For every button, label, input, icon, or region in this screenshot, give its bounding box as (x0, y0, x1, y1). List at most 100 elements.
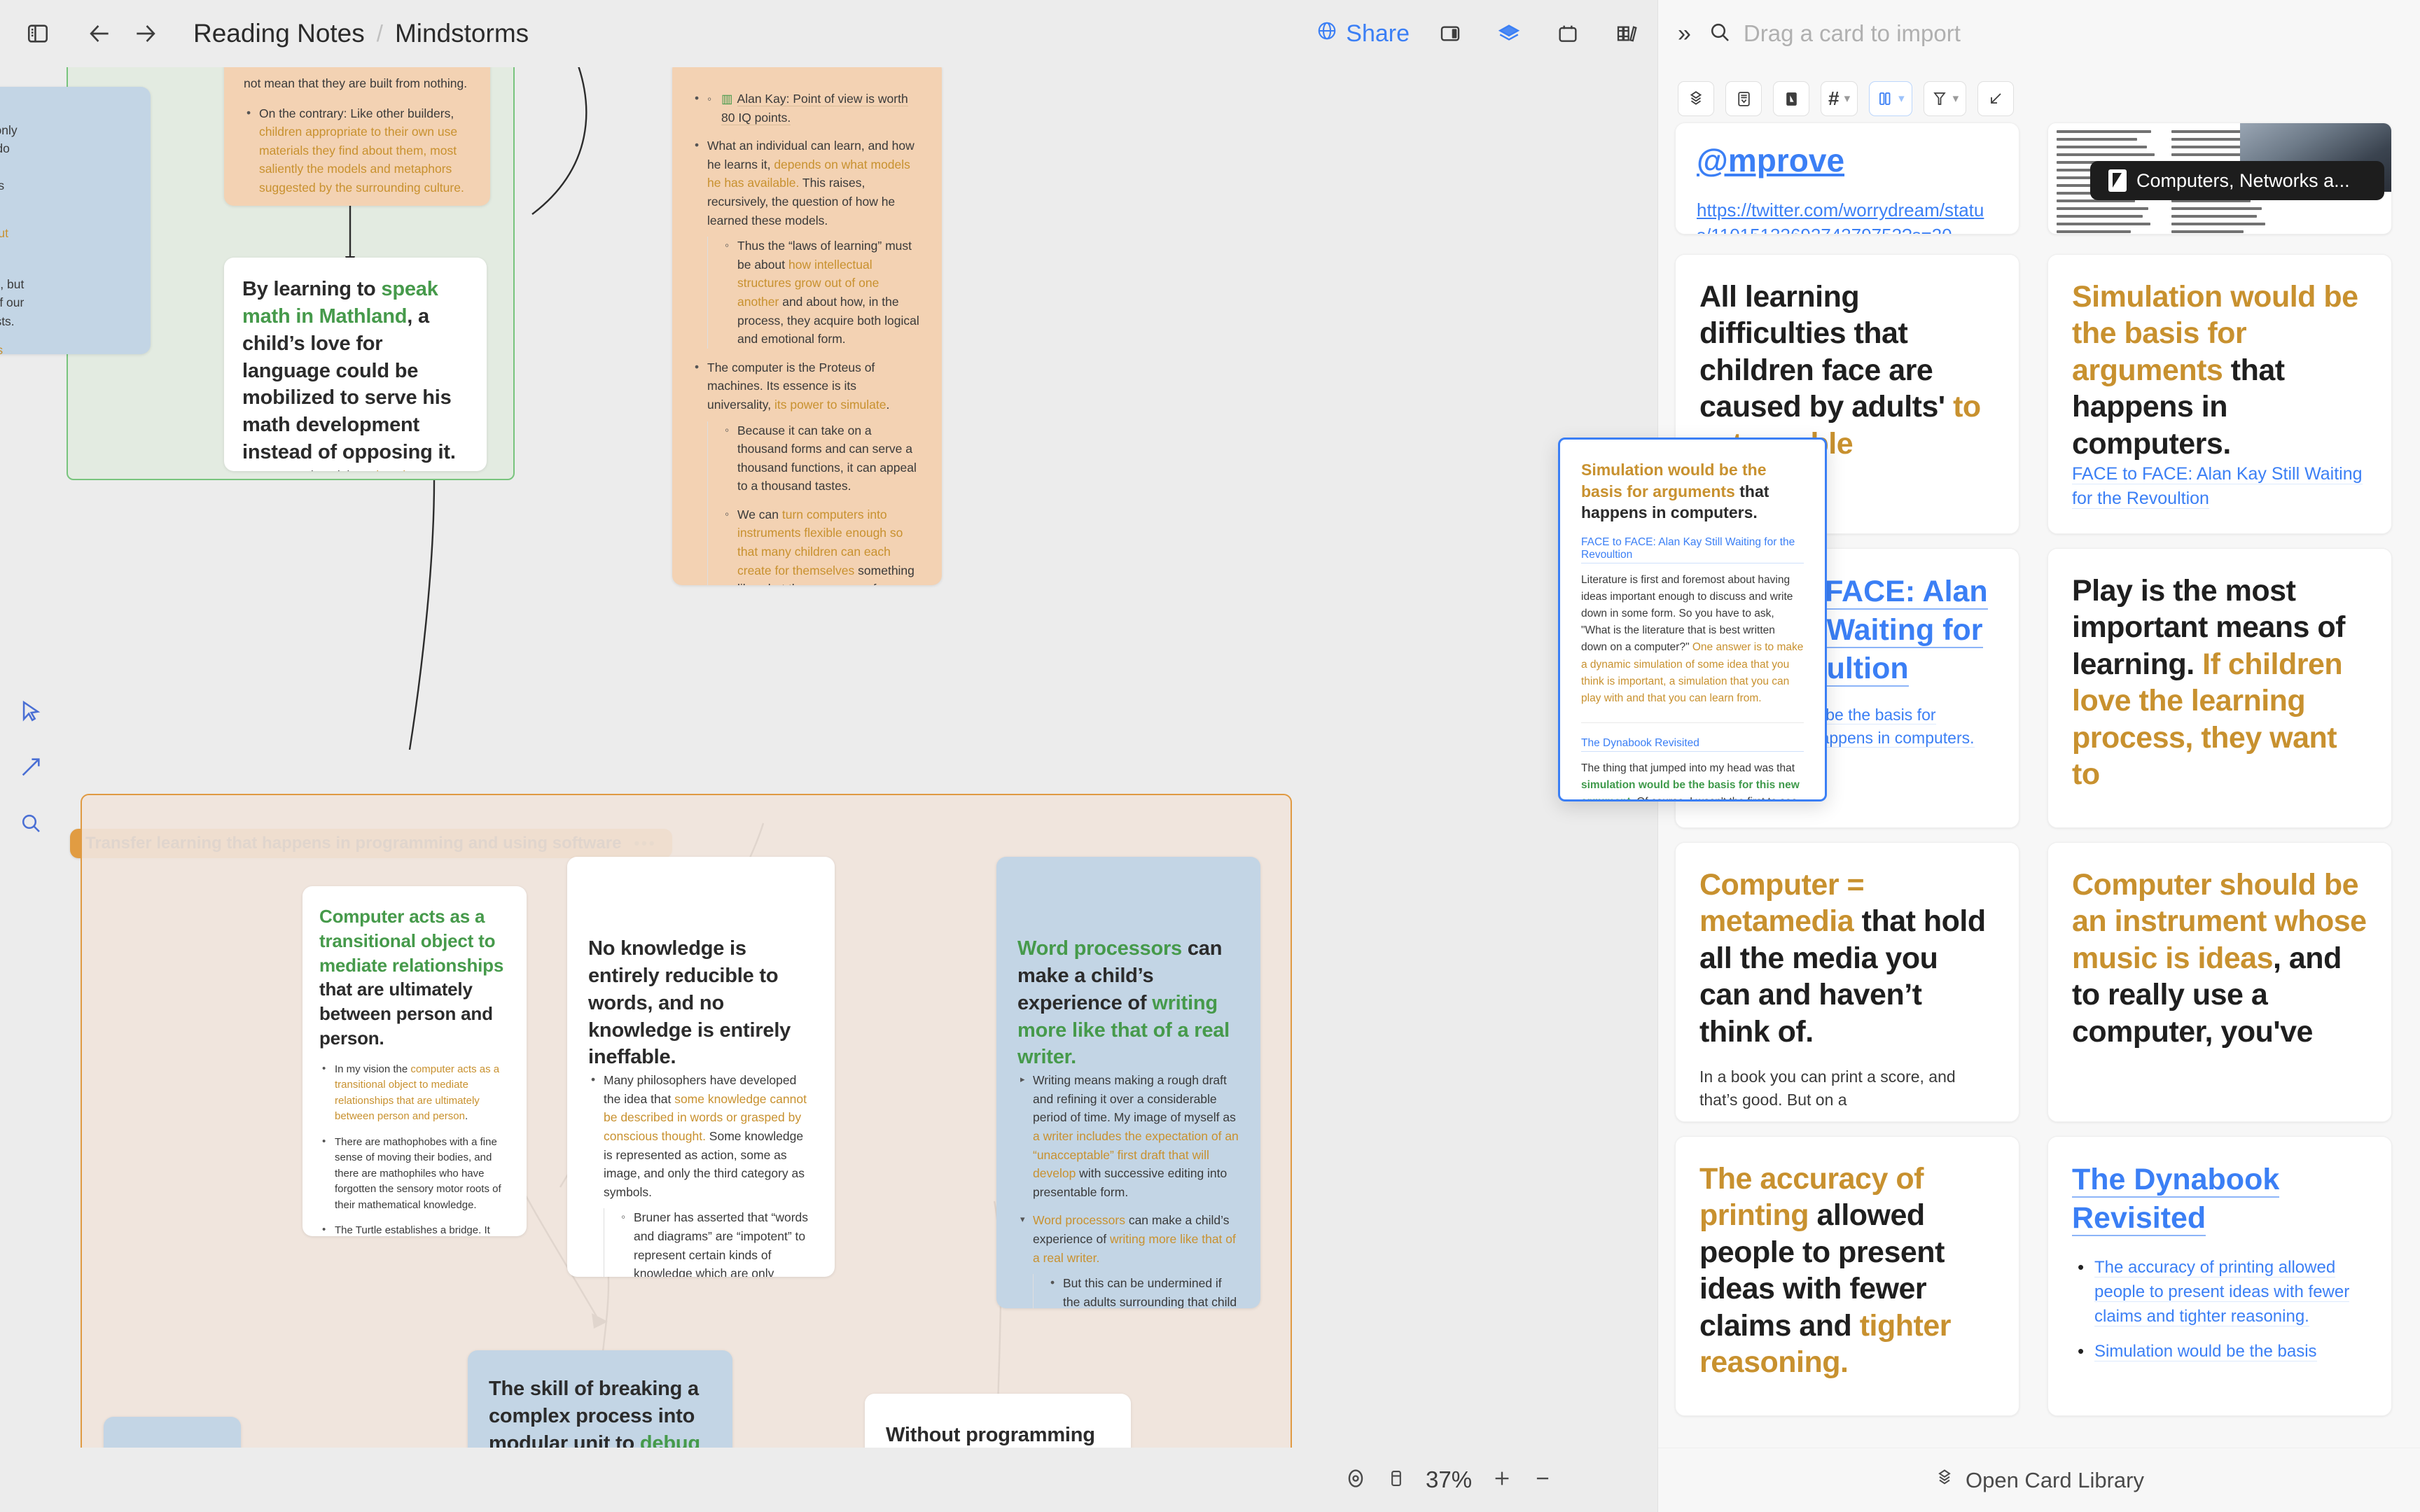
arrow-right-icon[interactable] (127, 15, 164, 52)
popup-source-link-1[interactable]: FACE to FACE: Alan Kay Still Waiting for… (1581, 536, 1804, 564)
zoom-controls: 37% (1344, 1466, 1553, 1493)
card-library-header: » Drag a card to import (1658, 0, 2420, 67)
popup-content: Simulation would be the basis for argume… (1560, 440, 1825, 799)
list-item: Thus the “laws of learning” must be abou… (722, 236, 922, 349)
bullet-plain: Because it can take on a thousand forms … (737, 423, 917, 493)
card-word-processors[interactable]: Word processors can make a child’s exper… (996, 857, 1260, 1308)
list-item-simulation-basis[interactable]: Simulation would be the basis for argume… (2047, 254, 2392, 534)
list-item[interactable]: Simulation would be the basis (2072, 1338, 2367, 1365)
chevron-down-icon: ▾ (1952, 92, 1959, 105)
list-item-accuracy-of-printing[interactable]: The accuracy of printing allowed people … (1675, 1136, 2019, 1416)
blue-card-line-3: fact, he or she can start to (0, 158, 132, 177)
title-post: that are ultimately between person and p… (319, 979, 493, 1049)
layers-icon[interactable] (1491, 15, 1527, 52)
card-title-link[interactable]: The Dynabook Revisited (2072, 1161, 2367, 1238)
breadcrumb-current[interactable]: Mindstorms (395, 19, 529, 48)
card-transitional-object[interactable]: Computer acts as a transitional object t… (302, 886, 527, 1236)
title-gold: Computer = metamedia (1699, 868, 1865, 939)
share-label: Share (1346, 20, 1410, 47)
list-item-computer-metamedia[interactable]: Computer = metamedia that hold all the m… (1675, 842, 2019, 1122)
list-item[interactable]: The accuracy of printing allowed people … (2072, 1254, 2367, 1329)
pdf-title-chip[interactable]: Computers, Networks a... (2090, 161, 2384, 200)
card-bullets: I am convinced that what shows up as int… (242, 466, 468, 471)
card-mathland[interactable]: By learning to speak math in Mathland, a… (224, 258, 487, 471)
card-preview-popup[interactable]: Simulation would be the basis for argume… (1558, 438, 1827, 802)
collapse-down-left-button[interactable] (1977, 81, 2015, 116)
bullet-plain: In my vision the (335, 1063, 411, 1075)
list-item: Word processors can make a child’s exper… (1017, 1211, 1239, 1308)
top-toolbar-right: Share (1316, 0, 1645, 67)
arrow-left-icon[interactable] (81, 15, 118, 52)
columns-layout-button[interactable]: ▾ (1869, 81, 1912, 116)
arrow-connector-icon[interactable] (8, 739, 53, 795)
search-icon (1709, 21, 1731, 47)
list-item: Writing means making a rough draft and r… (1017, 1071, 1239, 1201)
blue-card-line-4: of the conceptual problems (0, 178, 5, 193)
twitter-handle-link[interactable]: @mprove (1697, 142, 1844, 178)
card-title: Without programming experience, learning… (886, 1422, 1110, 1448)
breadcrumb-separator: / (376, 20, 383, 46)
canvas-tool-rail (8, 683, 53, 851)
filter-button[interactable]: ▾ (1923, 81, 1967, 116)
card-skill-of-breaking[interactable]: The skill of breaking a complex process … (468, 1350, 732, 1448)
list-item: I am convinced that what shows up as int… (242, 466, 468, 471)
card-title: Word processors can make a child’s exper… (1017, 935, 1239, 1071)
zoom-out-icon[interactable] (1532, 1468, 1553, 1492)
pdf-icon (2108, 169, 2127, 192)
popup-divider (1581, 722, 1804, 724)
layers-stack-icon-button[interactable] (1678, 81, 1714, 116)
list-item-play-is-most-important[interactable]: Play is the most important means of lear… (2047, 548, 2392, 828)
sub-list: Because it can take on a thousand forms … (707, 420, 922, 585)
list-item-twitter-link[interactable]: @mprove https://twitter.com/worrydream/s… (1675, 122, 2019, 234)
title-gold: Simulation would be the basis for argume… (2072, 280, 2358, 387)
bullet-plain: On the contrary: Like other builders, (259, 106, 454, 120)
hash-filter-button[interactable]: # ▾ (1821, 81, 1858, 116)
card-blue-turtles[interactable]: , incompletely specified, e (such as “th… (0, 87, 151, 354)
zoom-level-value[interactable]: 37% (1426, 1466, 1472, 1493)
card-library-search[interactable]: Drag a card to import (1709, 20, 1961, 47)
card-bullets: Writing means making a rough draft and r… (1017, 1071, 1239, 1308)
bullet-plain: There are mathophobes with a fine sense … (335, 1135, 501, 1211)
card-source-link[interactable]: FACE to FACE: Alan Kay Still Waiting for… (2072, 464, 2363, 509)
calendar-icon[interactable] (1550, 15, 1586, 52)
zoom-in-icon[interactable] (1491, 1468, 1512, 1492)
cursor-select-icon[interactable] (8, 683, 53, 739)
title-black: All learning difficulties that children … (1699, 280, 1954, 424)
chevron-down-icon: ▾ (1898, 92, 1905, 105)
list-item-computer-instrument[interactable]: Computer should be an instrument whose m… (2047, 842, 2392, 1122)
list-item: There are mathophobes with a fine sense … (319, 1134, 510, 1214)
card-without-programming[interactable]: Without programming experience, learning… (865, 1394, 1131, 1448)
list-item-pdf-preview[interactable]: Computers, Networks a... (2047, 122, 2392, 234)
breadcrumb-parent[interactable]: Reading Notes (193, 19, 365, 48)
breadcrumb: Reading Notes / Mindstorms (193, 19, 529, 48)
note-import-icon-button[interactable] (1725, 81, 1762, 116)
share-button[interactable]: Share (1316, 20, 1410, 48)
card-orange-builders[interactable]: not mean that they are built from nothin… (224, 67, 490, 206)
card-title: All learning difficulties that children … (1699, 279, 1995, 462)
popup-source-link-2[interactable]: The Dynabook Revisited (1581, 737, 1804, 752)
fit-page-icon[interactable] (1386, 1469, 1406, 1492)
bookshelf-icon[interactable] (1608, 15, 1645, 52)
target-icon[interactable] (1344, 1467, 1367, 1493)
bullet-plain: Writing means making a rough draft and r… (1033, 1073, 1236, 1125)
mindmap-canvas[interactable]: , incompletely specified, e (such as “th… (0, 67, 1657, 1448)
title-post: , a child’s love for language could be m… (242, 304, 456, 464)
list-item: What an individual can learn, and how he… (692, 136, 922, 349)
pdf-icon-button[interactable] (1773, 81, 1809, 116)
open-card-library-button[interactable]: Open Card Library (1658, 1448, 2420, 1512)
sidebar-toggle-icon[interactable] (20, 15, 56, 52)
popup-para2-a: The thing that jumped into my head was t… (1581, 762, 1795, 775)
list-item-dynabook-revisited[interactable]: The Dynabook Revisited The accuracy of p… (2047, 1136, 2392, 1416)
chevrons-right-icon[interactable]: » (1678, 20, 1691, 48)
twitter-url[interactable]: https://twitter.com/worrydream/status/11… (1697, 198, 1998, 234)
bullet-plain2: . (886, 397, 890, 412)
panel-right-icon[interactable] (1432, 15, 1468, 52)
card-alan-kay[interactable]: ◦ ▥Alan Kay: Point of view is worth 80 I… (672, 67, 942, 585)
card-no-knowledge[interactable]: No knowledge is entirely reducible to wo… (567, 857, 835, 1277)
search-icon[interactable] (8, 795, 53, 851)
list-item: The computer is the Proteus of machines.… (692, 358, 922, 585)
card-title: The accuracy of printing allowed people … (1699, 1161, 1995, 1381)
bullet-text: The accuracy of printing allowed people … (2094, 1258, 2350, 1326)
card-learning-to-program[interactable]: Learning to program is learning become h… (104, 1417, 241, 1448)
list-item: Many philosophers have developed the ide… (588, 1070, 814, 1277)
